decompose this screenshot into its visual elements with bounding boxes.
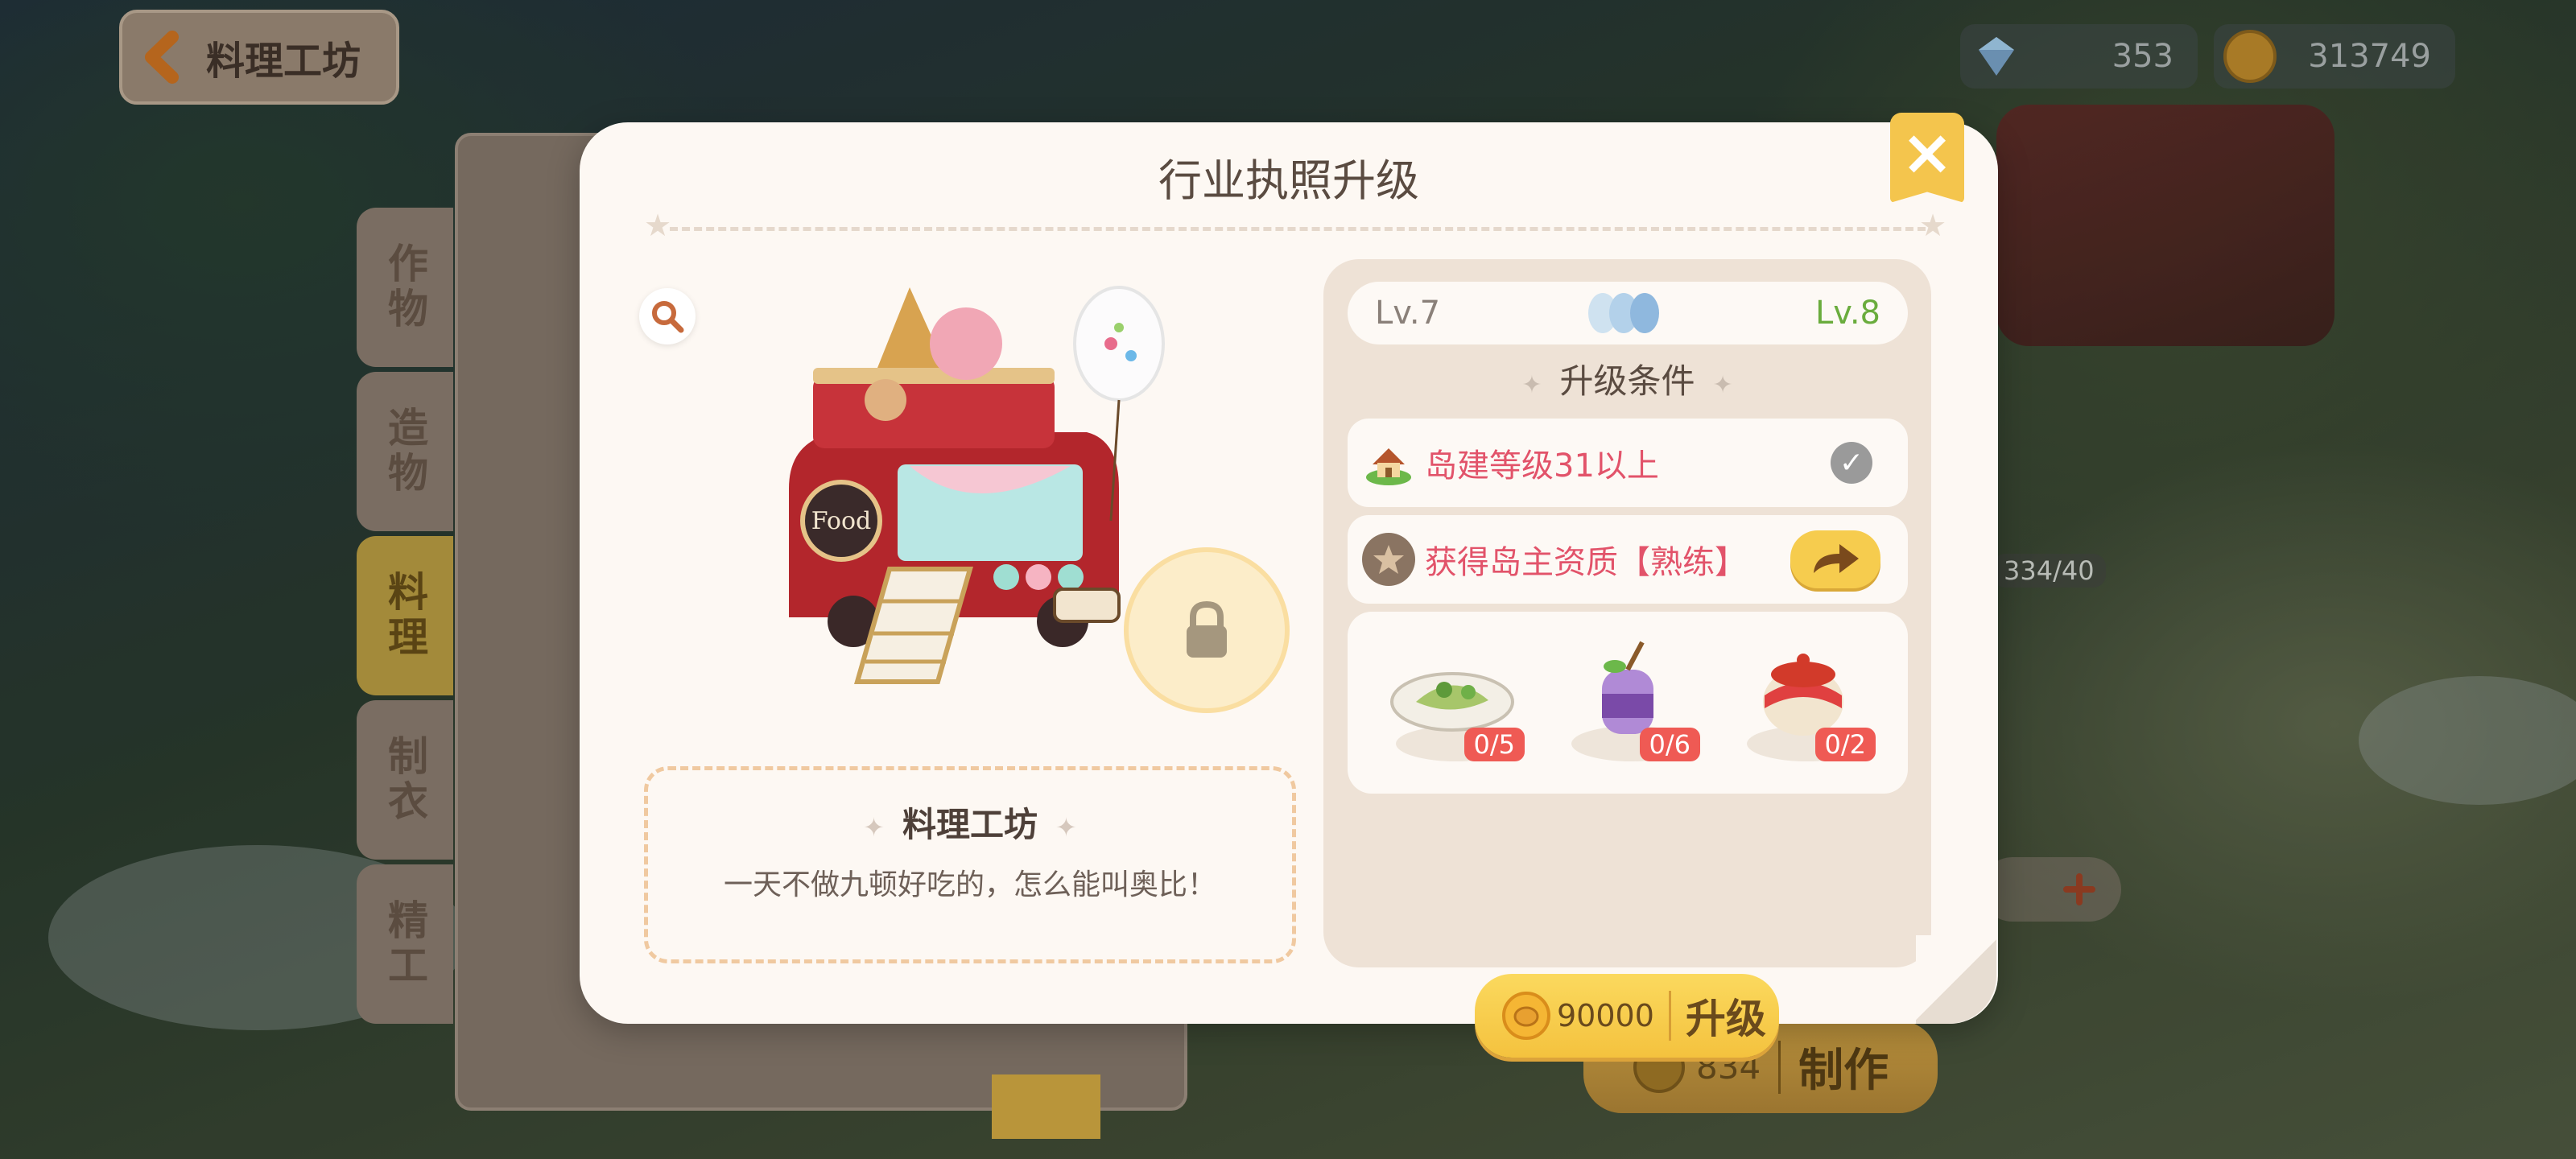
required-item[interactable]: 0/5 <box>1380 629 1525 774</box>
star-decoration: ★ <box>1919 208 1947 243</box>
make-label: 制作 <box>1798 1045 1889 1097</box>
required-item[interactable]: 0/6 <box>1555 629 1700 774</box>
tab-cooking[interactable]: 料理 <box>357 536 453 695</box>
coin-icon <box>2223 30 2277 83</box>
upgrade-button[interactable]: 90000 升级 <box>1475 974 1779 1058</box>
plus-icon <box>2063 873 2095 905</box>
gem-amount: 353 <box>2112 38 2174 75</box>
coin-counter: 313749 <box>2214 24 2455 89</box>
back-button[interactable]: 料理工坊 <box>119 10 399 105</box>
magnifier-icon <box>652 301 684 333</box>
upgrade-conditions-panel: Lv.7 Lv.8 ✦ 升级条件 ✦ 岛建等级31以上 ✓ 获得岛主资质【熟练】… <box>1323 259 1931 1058</box>
tab-creations[interactable]: 造物 <box>357 372 453 531</box>
lock-icon <box>1187 600 1227 658</box>
back-arrow-icon <box>137 29 193 85</box>
food-truck-building-image: Food <box>789 286 1165 684</box>
required-items: 0/5 0/6 0/2 <box>1348 612 1908 794</box>
dialog-title: 行业执照升级 <box>1158 155 1419 206</box>
sparkle-icon: ✦ <box>1712 371 1733 399</box>
house-icon <box>1362 436 1415 489</box>
tab-crops[interactable]: 作物 <box>357 208 453 367</box>
tab-label: 制衣 <box>382 735 428 825</box>
check-icon: ✓ <box>1831 442 1872 484</box>
svg-text:Food: Food <box>811 507 872 535</box>
requirement-island-level: 岛建等级31以上 ✓ <box>1348 419 1908 507</box>
gem-counter: 353 <box>1960 24 2198 89</box>
goto-button[interactable] <box>1790 530 1880 588</box>
sparkle-icon: ✦ <box>863 812 885 843</box>
background-progress-count: 334/40 <box>1992 554 2106 588</box>
zoom-button[interactable] <box>639 288 696 344</box>
requirement-text: 获得岛主资质【熟练】 <box>1425 544 1747 581</box>
tab-craft[interactable]: 精工 <box>357 864 453 1024</box>
star-decoration: ★ <box>644 208 672 243</box>
item-count: 0/6 <box>1639 728 1700 761</box>
sparkle-icon: ✦ <box>1521 371 1542 399</box>
building-description-box: ✦ 料理工坊 ✦ 一天不做九顿好吃的，怎么能叫奥比！ <box>644 766 1296 963</box>
requirement-text: 岛建等级31以上 <box>1425 448 1659 485</box>
divider <box>1778 1040 1781 1094</box>
item-count: 0/2 <box>1814 728 1876 761</box>
add-button[interactable] <box>1980 857 2121 922</box>
building-description: 一天不做九顿好吃的，怎么能叫奥比！ <box>723 868 1216 901</box>
tab-label: 精工 <box>382 899 428 989</box>
requirement-owner-qualification: 获得岛主资质【熟练】 <box>1348 515 1908 604</box>
tab-label: 料理 <box>382 571 428 661</box>
redirect-arrow-icon <box>1814 544 1859 573</box>
back-label: 料理工坊 <box>206 39 361 84</box>
locked-badge <box>1124 547 1290 713</box>
conditions-title: 升级条件 <box>1559 361 1695 401</box>
building-name-text: 料理工坊 <box>902 805 1038 844</box>
book-ribbon <box>992 1074 1100 1139</box>
gem-icon <box>1970 30 2023 83</box>
license-upgrade-dialog: 行业执照升级 ★ ★ × Food ✦ 料理工坊 ✦ 一天不做九顿好吃的，怎么能… <box>580 113 1998 1058</box>
building-name: ✦ 料理工坊 ✦ <box>648 798 1292 847</box>
divider <box>1668 991 1671 1041</box>
conditions-heading: ✦ 升级条件 ✦ <box>1323 354 1931 403</box>
tab-tailoring[interactable]: 制衣 <box>357 700 453 860</box>
upgrade-cost: 90000 <box>1557 998 1654 1033</box>
level-arrow-icon <box>1588 293 1659 333</box>
sparkle-icon: ✦ <box>1055 812 1077 843</box>
star-badge-icon <box>1362 533 1415 586</box>
required-item[interactable]: 0/2 <box>1731 629 1876 774</box>
close-button[interactable]: × <box>1890 113 1964 203</box>
next-level: Lv.8 <box>1814 295 1880 332</box>
coin-amount: 313749 <box>2308 38 2431 75</box>
tab-label: 作物 <box>382 242 428 332</box>
item-count: 0/5 <box>1463 728 1525 761</box>
title-divider <box>670 227 1926 231</box>
upgrade-label: 升级 <box>1685 996 1766 1042</box>
coin-icon <box>1502 992 1550 1040</box>
level-bar: Lv.7 Lv.8 <box>1348 282 1908 344</box>
close-icon: × <box>1901 117 1954 189</box>
current-level: Lv.7 <box>1375 295 1441 332</box>
tab-label: 造物 <box>382 406 428 497</box>
